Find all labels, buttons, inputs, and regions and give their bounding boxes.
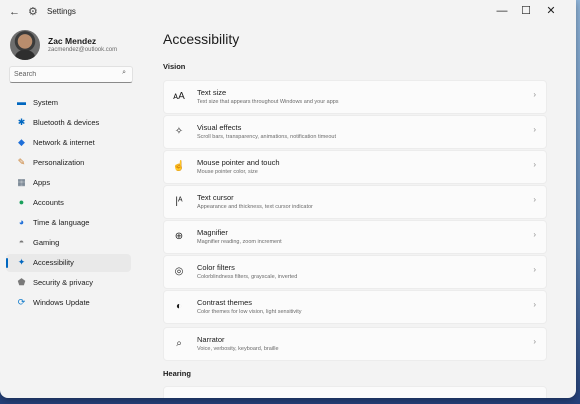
search-box[interactable]: ⌕	[9, 66, 133, 83]
sidebar-item-label: Apps	[33, 178, 51, 187]
pointer-touch-icon: ☝	[172, 161, 186, 172]
sidebar-item-accounts[interactable]: ● Accounts	[6, 194, 131, 212]
sidebar-item-gaming[interactable]: ◓ Gaming	[6, 234, 131, 252]
back-arrow-icon[interactable]: ←	[9, 5, 20, 19]
chevron-right-icon: ›	[533, 300, 536, 309]
sidebar-item-label: Gaming	[33, 238, 60, 247]
narrator-card[interactable]: ⌕ Narrator Voice, verbosity, keyboard, b…	[163, 327, 547, 361]
wifi-icon: ◆	[18, 137, 25, 147]
card-subtitle: Voice, verbosity, keyboard, braille	[197, 346, 279, 352]
apps-icon: ▦	[17, 177, 26, 187]
contrast-icon: ◐	[175, 301, 183, 312]
card-subtitle: Mouse pointer color, size	[197, 169, 258, 175]
card-title: Text cursor	[197, 193, 234, 202]
visual-effects-card[interactable]: ✧ Visual effects Scroll bars, transparen…	[163, 115, 547, 149]
sidebar-item-label: Security & privacy	[33, 278, 94, 287]
card-subtitle: Color themes for low vision, light sensi…	[197, 309, 302, 315]
sidebar-item-label: Network & internet	[33, 138, 95, 147]
sidebar-item-security-privacy[interactable]: ⬟ Security & privacy	[6, 274, 131, 292]
sidebar-item-time-language[interactable]: ◕ Time & language	[6, 214, 131, 232]
sidebar-item-personalization[interactable]: ✎ Personalization	[6, 154, 131, 172]
card-subtitle: Magnifier reading, zoom increment	[197, 239, 282, 245]
sidebar-item-label: Accessibility	[33, 258, 74, 267]
avatar[interactable]	[10, 30, 40, 60]
sidebar-item-bluetooth[interactable]: ✱ Bluetooth & devices	[6, 114, 131, 132]
section-heading-vision: Vision	[163, 62, 186, 71]
sidebar-item-apps[interactable]: ▦ Apps	[6, 174, 131, 192]
text-cursor-icon: |ᴬ	[175, 196, 183, 207]
card-subtitle: Text size that appears throughout Window…	[197, 99, 339, 105]
sidebar-item-accessibility[interactable]: ✦ Accessibility	[6, 254, 131, 272]
system-icon: ▬	[17, 97, 26, 107]
chevron-right-icon: ›	[533, 125, 536, 134]
chevron-right-icon: ›	[533, 265, 536, 274]
sidebar-item-label: Time & language	[33, 218, 90, 227]
card-title: Text size	[197, 88, 227, 97]
bluetooth-icon: ✱	[17, 117, 26, 127]
text-cursor-card[interactable]: |ᴬ Text cursor Appearance and thickness,…	[163, 185, 547, 219]
shield-icon: ⬟	[17, 277, 26, 287]
text-size-icon: ᴀA	[173, 91, 185, 102]
magnifier-icon: ⊕	[174, 231, 184, 242]
sidebar-item-network[interactable]: ◆ Network & internet	[6, 134, 131, 152]
settings-gear-icon: ⚙	[28, 6, 38, 18]
sparkle-icon: ✧	[174, 126, 184, 137]
color-filters-card[interactable]: ◎ Color filters Colorblindness filters, …	[163, 255, 547, 289]
card-subtitle: Colorblindness filters, grayscale, inver…	[197, 274, 298, 280]
contrast-themes-card[interactable]: ◐ Contrast themes Color themes for low v…	[163, 290, 547, 324]
card-title: Visual effects	[197, 123, 242, 132]
hearing-card-partial[interactable]	[163, 386, 547, 398]
brush-icon: ✎	[17, 157, 26, 167]
card-title: Narrator	[197, 335, 225, 344]
main-content: Accessibility Vision ᴀA Text size Text s…	[163, 0, 547, 398]
sidebar-item-label: System	[33, 98, 59, 107]
card-title: Color filters	[197, 263, 235, 272]
settings-window: ← ⚙ Settings — ☐ ✕ Zac Mendez zacmendez@…	[0, 0, 576, 398]
section-heading-hearing: Hearing	[163, 369, 191, 378]
color-filter-icon: ◎	[174, 266, 184, 277]
card-title: Magnifier	[197, 228, 228, 237]
card-subtitle: Scroll bars, transparency, animations, n…	[197, 134, 336, 140]
page-title: Accessibility	[163, 31, 240, 47]
search-icon[interactable]: ⌕	[122, 69, 126, 77]
sidebar-item-label: Personalization	[33, 158, 85, 167]
card-subtitle: Appearance and thickness, text cursor in…	[197, 204, 313, 210]
accessibility-icon: ✦	[17, 257, 26, 267]
mouse-pointer-card[interactable]: ☝ Mouse pointer and touch Mouse pointer …	[163, 150, 547, 184]
window-title: Settings	[47, 7, 76, 16]
person-icon: ●	[18, 197, 25, 207]
sidebar-nav: ▬ System ✱ Bluetooth & devices ◆ Network…	[6, 94, 131, 314]
card-title: Contrast themes	[197, 298, 253, 307]
sidebar-item-label: Bluetooth & devices	[33, 118, 100, 127]
chevron-right-icon: ›	[533, 337, 536, 346]
text-size-card[interactable]: ᴀA Text size Text size that appears thro…	[163, 80, 547, 114]
chevron-right-icon: ›	[533, 90, 536, 99]
narrator-icon: ⌕	[176, 338, 182, 349]
magnifier-card[interactable]: ⊕ Magnifier Magnifier reading, zoom incr…	[163, 220, 547, 254]
controller-icon: ◓	[18, 237, 25, 247]
chevron-right-icon: ›	[533, 230, 536, 239]
sidebar-item-label: Windows Update	[33, 298, 90, 307]
search-input[interactable]	[14, 68, 114, 80]
profile-email: zacmendez@outlook.com	[48, 47, 118, 53]
sidebar-item-label: Accounts	[33, 198, 64, 207]
globe-clock-icon: ◕	[18, 217, 25, 227]
sidebar-item-windows-update[interactable]: ⟳ Windows Update	[6, 294, 131, 312]
chevron-right-icon: ›	[533, 160, 536, 169]
update-icon: ⟳	[17, 297, 26, 307]
chevron-right-icon: ›	[533, 195, 536, 204]
profile-name: Zac Mendez	[48, 36, 97, 46]
card-title: Mouse pointer and touch	[197, 158, 280, 167]
sidebar-item-system[interactable]: ▬ System	[6, 94, 131, 112]
